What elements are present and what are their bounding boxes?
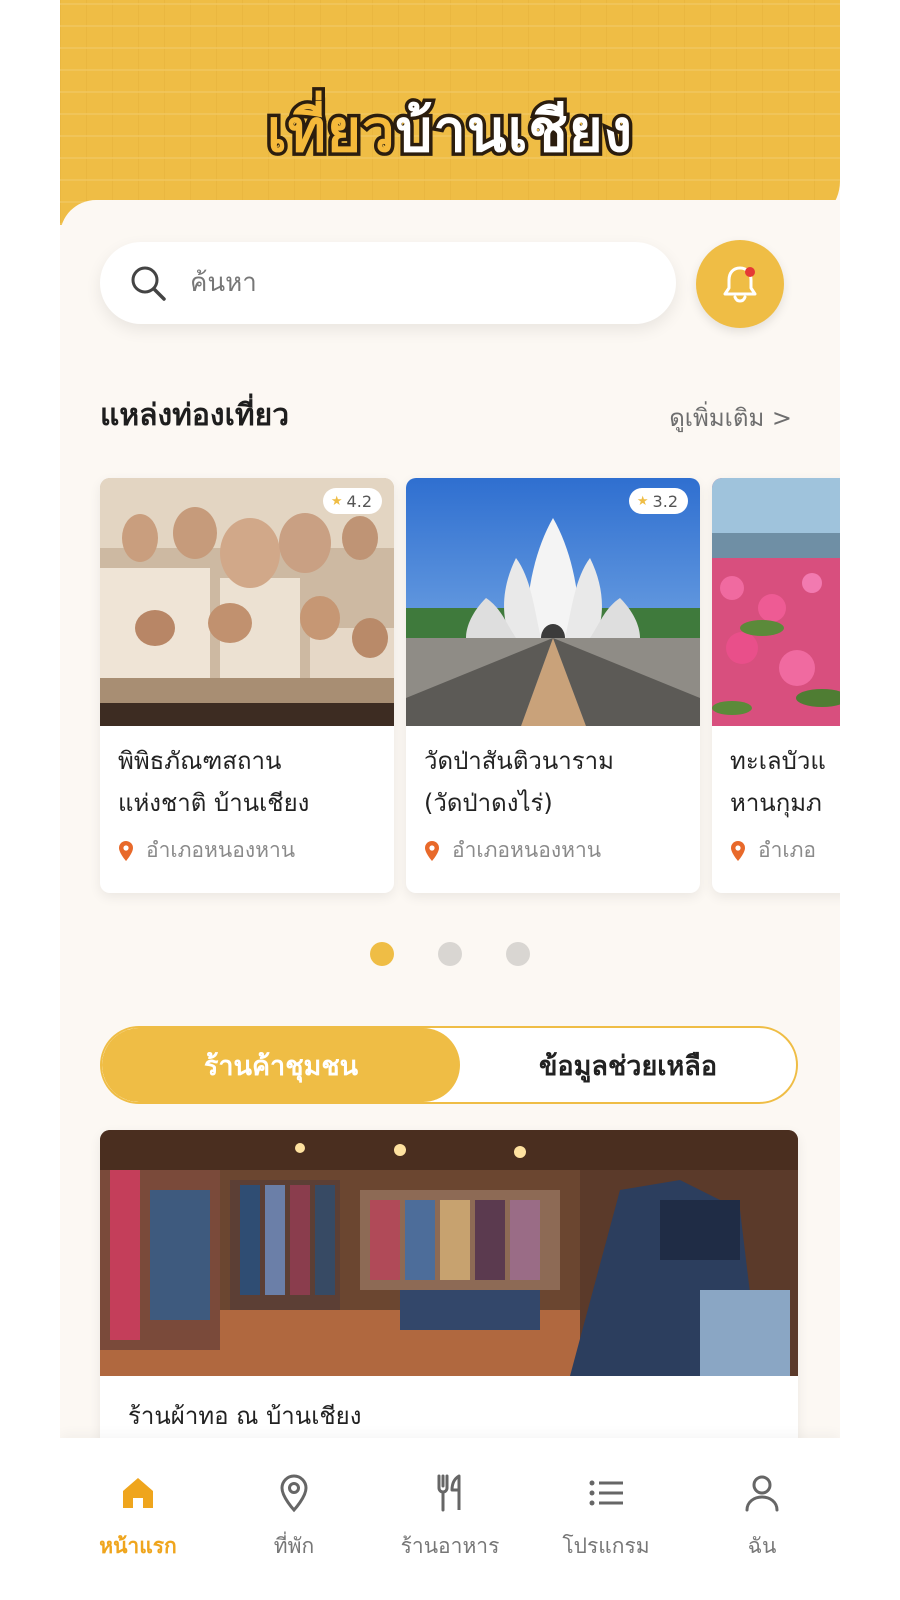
location-text: อำเภอ [758, 838, 817, 862]
see-more-link[interactable]: ดูเพิ่มเติม > [669, 398, 792, 437]
nav-item-home[interactable]: หน้าแรก [60, 1438, 216, 1600]
nav-item-program[interactable]: โปรแกรม [528, 1438, 684, 1600]
list-icon [589, 1480, 623, 1506]
star-icon: ★ [330, 493, 343, 509]
location-pin-icon [425, 840, 439, 861]
pagination-dot-active[interactable] [370, 942, 394, 966]
brand-part-1: เที่ยว [263, 94, 398, 169]
attraction-card[interactable]: ทะเลบัวแ หานกุมภ อำเภอ [712, 478, 840, 893]
shop-name: ร้านผ้าทอ ณ บ้านเชียง [128, 1402, 362, 1430]
tab-help-info[interactable]: ข้อมูลช่วยเหลือ [460, 1028, 796, 1102]
nav-label: โปรแกรม [562, 1534, 650, 1558]
rating-badge: ★ 4.2 [322, 488, 382, 514]
bottom-navigation: หน้าแรก ที่พัก ร้านอาหาร โปรแกรม ฉัน [60, 1438, 840, 1600]
header-banner: เที่ยวบ้านเชียง [60, 0, 840, 225]
attraction-name: วัดป่าสันติวนาราม (วัดป่าดงไร่) [424, 747, 614, 817]
rating-value: 3.2 [652, 491, 678, 511]
nav-label: หน้าแรก [99, 1534, 177, 1558]
attraction-name: ทะเลบัวแ หานกุมภ [730, 747, 826, 817]
rating-value: 4.2 [346, 491, 372, 511]
attraction-card[interactable]: ★ 4.2 พิพิธภัณฑสถาน แห่งชาติ บ้านเชียง อำ… [100, 478, 394, 893]
attraction-name: พิพิธภัณฑสถาน แห่งชาติ บ้านเชียง [118, 747, 310, 817]
home-icon [123, 1478, 153, 1508]
location-pin-icon [280, 1474, 308, 1513]
attractions-section-title: แหล่งท่องเที่ยว [100, 398, 290, 433]
bell-icon [723, 266, 757, 303]
notification-button[interactable] [696, 240, 784, 328]
attraction-image-lotus-lake [712, 478, 840, 726]
location-pin-icon [119, 840, 133, 861]
shop-card[interactable]: ร้านผ้าทอ ณ บ้านเชียง [100, 1130, 798, 1450]
nav-label: ร้านอาหาร [400, 1534, 500, 1558]
nav-item-accommodation[interactable]: ที่พัก [216, 1438, 372, 1600]
nav-item-profile[interactable]: ฉัน [684, 1438, 840, 1600]
search-icon [131, 266, 166, 301]
attraction-location: อำเภอหนองหาน [424, 834, 601, 867]
search-bar[interactable] [100, 242, 676, 324]
app-screen: เที่ยวบ้านเชียง แหล่งท่องเที่ยว ดูเพิ่มเ… [60, 0, 840, 1600]
attraction-image-temple [406, 478, 700, 726]
tab-switcher: ร้านค้าชุมชน ข้อมูลช่วยเหลือ [100, 1026, 798, 1104]
star-icon: ★ [636, 493, 649, 509]
location-pin-icon [731, 840, 745, 861]
location-text: อำเภอหนองหาน [452, 838, 602, 862]
app-brand-title: เที่ยวบ้านเชียง [60, 94, 840, 169]
pagination-dot[interactable] [438, 942, 462, 966]
attraction-card[interactable]: ★ 3.2 วัดป่าสันติวนาราม (วัดป่าดงไร่) อำเ… [406, 478, 700, 893]
search-input[interactable] [190, 268, 630, 298]
attraction-location: อำเภอ [730, 834, 816, 867]
user-icon [745, 1475, 779, 1512]
nav-label: ที่พัก [273, 1534, 315, 1558]
carousel-pagination [60, 942, 840, 966]
attraction-image-museum [100, 478, 394, 726]
utensils-icon [437, 1474, 461, 1512]
tab-community-shop[interactable]: ร้านค้าชุมชน [102, 1028, 460, 1102]
pagination-dot[interactable] [506, 942, 530, 966]
attraction-location: อำเภอหนองหาน [118, 834, 295, 867]
nav-label: ฉัน [747, 1534, 777, 1558]
location-text: อำเภอหนองหาน [146, 838, 296, 862]
shop-image [100, 1130, 798, 1376]
brand-part-2: บ้านเชียง [392, 94, 636, 169]
notification-dot [745, 267, 755, 277]
rating-badge: ★ 3.2 [628, 488, 688, 514]
nav-item-restaurant[interactable]: ร้านอาหาร [372, 1438, 528, 1600]
